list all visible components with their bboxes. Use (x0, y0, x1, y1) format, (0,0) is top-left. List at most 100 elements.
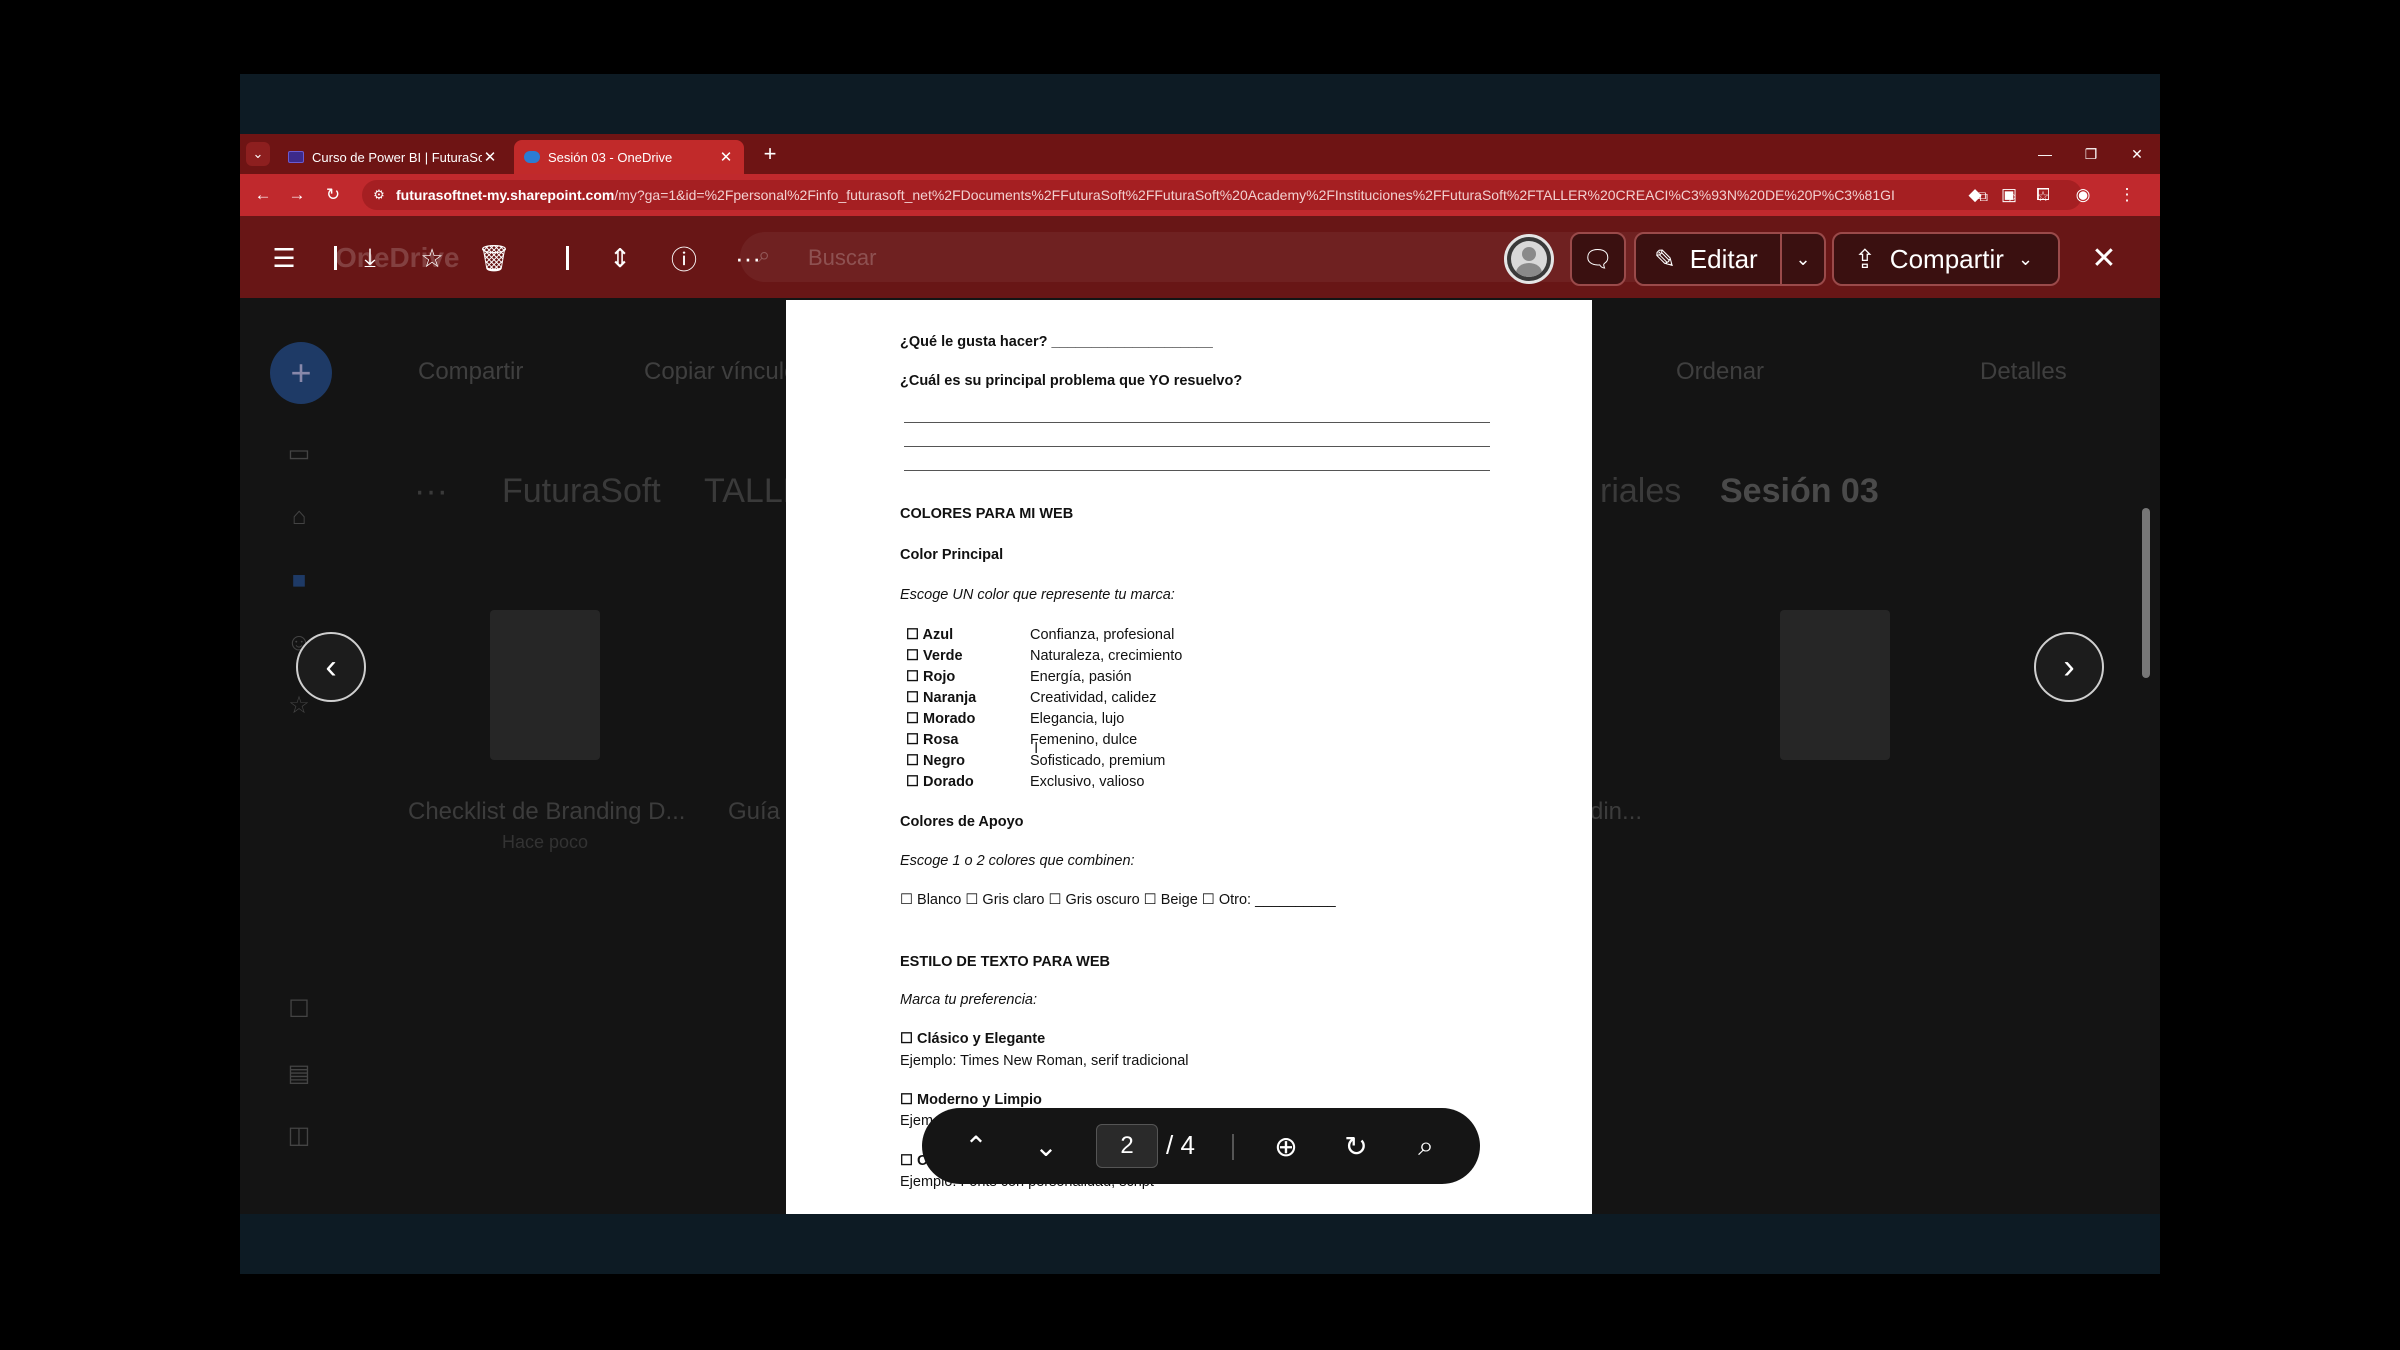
bg-breadcrumb: ··· (414, 472, 448, 510)
bg-command: Ordenar (1676, 358, 1765, 385)
bg-breadcrumb: riales (1600, 472, 1682, 510)
tab-onedrive[interactable]: Sesión 03 - OneDrive ✕ (514, 140, 744, 174)
edit-dropdown-button[interactable]: ⌄ (1782, 232, 1826, 286)
rail-icon: ▤ (287, 1059, 311, 1087)
fit-page-icon[interactable]: ⇕ (600, 238, 640, 278)
bg-breadcrumb: FuturaSoft (502, 472, 661, 510)
browser-menu-icon[interactable]: ⋮ (2114, 182, 2140, 208)
restore-icon[interactable]: ❐ (2068, 134, 2114, 174)
find-icon[interactable]: ⌕ (1406, 1126, 1446, 1166)
chevron-left-icon: ‹ (325, 647, 337, 686)
answer-line (904, 422, 1490, 423)
comment-button[interactable]: 🗨 (1570, 232, 1626, 286)
viewer-toolbar: ☰ OneDrive ⤓ ☆ 🗑 ⇕ ⓘ ··· ⌕ Buscar 🗨 ✎ Ed… (240, 216, 2160, 298)
color-option[interactable]: ☐ Verde Naturaleza, crecimiento (906, 648, 1182, 664)
previous-page-icon[interactable]: ⌃ (956, 1126, 996, 1166)
outline-list-icon[interactable]: ☰ (264, 238, 304, 278)
bg-file-thumbnail (490, 610, 600, 760)
onedrive-cloud-icon (524, 151, 540, 163)
home-icon: ⌂ (291, 503, 307, 530)
forward-icon[interactable]: → (284, 182, 310, 208)
subheading: Colores de Apoyo (900, 814, 1024, 830)
close-viewer-icon[interactable]: ✕ (2086, 240, 2122, 276)
download-icon[interactable]: ⤓ (350, 238, 390, 278)
style-option: ☐ Moderno y Limpio (900, 1092, 1042, 1108)
style-option: ☐ Clásico y Elegante (900, 1031, 1046, 1047)
favorite-star-icon[interactable]: ☆ (412, 238, 452, 278)
create-plus-icon: + (270, 342, 332, 404)
bg-command: Detalles (1980, 358, 2067, 385)
back-icon[interactable]: ← (250, 182, 276, 208)
rotate-icon[interactable]: ↻ (1336, 1126, 1376, 1166)
minimize-icon[interactable]: — (2022, 134, 2068, 174)
screen: ⌄ Curso de Power BI | FuturaSoft ✕ Sesió… (0, 0, 2400, 1350)
extensions-puzzle-icon[interactable]: ⧠ (2030, 182, 2056, 208)
reload-icon[interactable]: ↻ (320, 182, 346, 208)
address-bar: ← → ↻ ⚙ futurasoftnet-my.sharepoint.com/… (240, 174, 2160, 216)
chevron-down-icon: ⌄ (1795, 248, 1811, 269)
previous-file-button[interactable]: ‹ (296, 632, 366, 702)
chevron-right-icon: › (2063, 647, 2075, 686)
share-button[interactable]: ⇪ Compartir ⌄ (1832, 232, 2060, 286)
answer-line (904, 470, 1490, 471)
bg-command: Copiar vínculo (644, 358, 798, 385)
edit-label: Editar (1689, 243, 1758, 274)
share-icon: ⇪ (1854, 243, 1876, 274)
text-cursor-icon: I (1034, 740, 1039, 757)
instruction-text: Escoge 1 o 2 colores que combinen: (900, 853, 1135, 869)
bg-file-name: din... (1590, 798, 1643, 825)
next-page-icon[interactable]: ⌄ (1026, 1126, 1066, 1166)
delete-trash-icon[interactable]: 🗑 (474, 238, 514, 278)
rail-icon: ▭ (287, 439, 311, 467)
color-option[interactable]: ☐ Azul Confianza, profesional (906, 627, 1174, 643)
bg-file-name: Guía (728, 798, 781, 825)
support-color-options: ☐ Blanco ☐ Gris claro ☐ Gris oscuro ☐ Be… (900, 892, 1336, 908)
omnibox[interactable]: ⚙ futurasoftnet-my.sharepoint.com/my?ga=… (362, 180, 2082, 210)
profile-icon[interactable]: ◉ (2070, 182, 2096, 208)
page-total: / 4 (1166, 1130, 1195, 1160)
close-tab-icon[interactable]: ✕ (482, 148, 498, 166)
color-option[interactable]: ☐ Morado Elegancia, lujo (906, 711, 1124, 727)
avatar[interactable] (1504, 234, 1554, 284)
tab-power-bi[interactable]: Curso de Power BI | FuturaSoft ✕ (278, 140, 508, 174)
comment-icon: 🗨 (1582, 245, 1614, 273)
share-label: Compartir (1889, 243, 2004, 274)
color-option[interactable]: ☐ Naranja Creatividad, calidez (906, 690, 1157, 706)
close-tab-icon[interactable]: ✕ (718, 148, 734, 166)
rail-icon: ◫ (287, 1121, 311, 1149)
new-tab-button[interactable]: + (756, 140, 784, 168)
style-example: Ejemplo: Times New Roman, serif tradicio… (900, 1053, 1189, 1069)
next-file-button[interactable]: › (2034, 632, 2104, 702)
color-option[interactable]: ☐ Rojo Energía, pasión (906, 669, 1132, 685)
subheading: Color Principal (900, 547, 1004, 563)
search-placeholder: Buscar (808, 245, 877, 270)
scrollbar-thumb[interactable] (2142, 508, 2150, 678)
site-info-icon[interactable]: ⚙ (370, 186, 388, 204)
folder-icon: ■ (291, 567, 307, 594)
color-option[interactable]: ☐ Dorado Exclusivo, valioso (906, 774, 1144, 790)
bg-breadcrumb: Sesión 03 (1720, 472, 1879, 510)
page-navigation-bar: ⌃ ⌄ 2 / 4 ⊕ ↻ ⌕ (922, 1108, 1480, 1184)
pager-divider (1232, 1134, 1234, 1160)
tab-search-icon[interactable]: ⌄ (246, 142, 270, 166)
pencil-icon: ✎ (1654, 243, 1676, 274)
edit-button[interactable]: ✎ Editar (1634, 232, 1782, 286)
extension-icon[interactable]: ◆ (1962, 182, 1988, 208)
close-window-icon[interactable]: ✕ (2114, 134, 2160, 174)
instruction-text: Escoge UN color que represente tu marca: (900, 587, 1175, 603)
chevron-down-icon: ⌄ (2017, 248, 2034, 269)
page-number-input[interactable]: 2 (1096, 1124, 1158, 1168)
document-page: ¿Qué le gusta hacer? ___________________… (786, 300, 1592, 1214)
toolbar-divider (566, 246, 569, 270)
color-option[interactable]: ☐ Rosa Femenino, dulce (906, 732, 1137, 748)
question-text: ¿Qué le gusta hacer? ___________________… (900, 334, 1213, 350)
zoom-in-icon[interactable]: ⊕ (1266, 1126, 1306, 1166)
extension-icon[interactable]: ▣ (1996, 182, 2022, 208)
bg-file-name: Checklist de Branding D... (408, 798, 686, 825)
url-text[interactable]: futurasoftnet-my.sharepoint.com/my?ga=1&… (396, 187, 1896, 203)
question-text: ¿Cuál es su principal problema que YO re… (900, 373, 1243, 389)
tab-strip: ⌄ Curso de Power BI | FuturaSoft ✕ Sesió… (240, 134, 2160, 174)
bg-file-thumbnail (1780, 610, 1890, 760)
search-icon: ⌕ (758, 242, 771, 267)
info-icon[interactable]: ⓘ (664, 238, 704, 278)
